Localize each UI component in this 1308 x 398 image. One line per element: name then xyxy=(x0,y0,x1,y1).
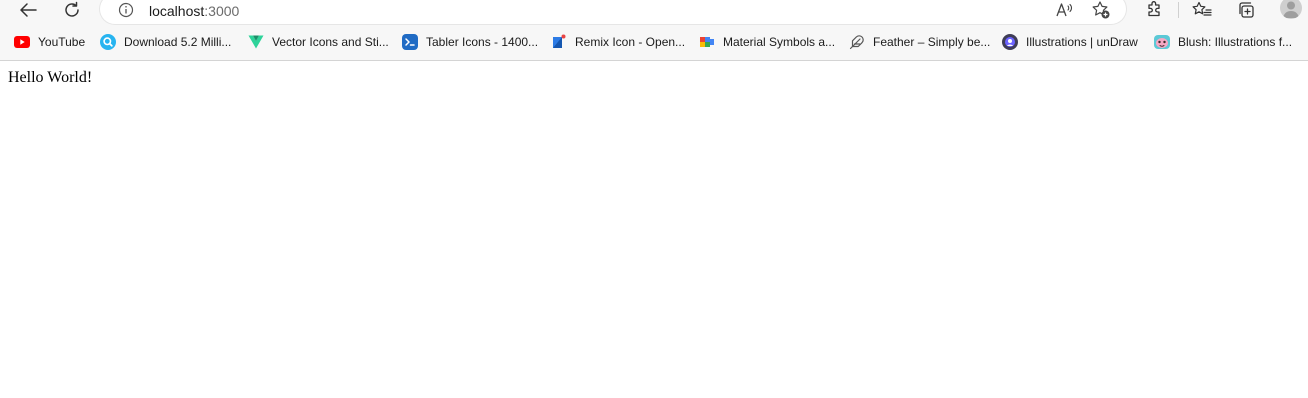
favorite-iconscout[interactable]: Download 5.2 Milli... xyxy=(100,26,231,58)
read-aloud-button[interactable] xyxy=(1054,0,1076,20)
favorites-button[interactable] xyxy=(1186,0,1218,20)
favorite-label: Tabler Icons - 1400... xyxy=(426,35,539,49)
extensions-icon xyxy=(1148,1,1160,17)
favorite-label: Vector Icons and Sti... xyxy=(272,35,389,49)
tabler-icon xyxy=(402,34,418,50)
hello-world-text: Hello World! xyxy=(8,69,93,86)
favorites-icon xyxy=(1192,1,1212,16)
favorite-tabler-icons[interactable]: Tabler Icons - 1400... xyxy=(402,26,538,58)
favorite-youtube[interactable]: YouTube xyxy=(14,26,85,58)
favorite-label: Illustrations | unDraw xyxy=(1026,35,1138,49)
favorite-feather[interactable]: Feather – Simply be... xyxy=(849,26,990,58)
back-arrow-icon xyxy=(20,3,37,17)
extensions-button[interactable] xyxy=(1138,0,1170,20)
remix-icon xyxy=(553,34,566,48)
profile-avatar[interactable] xyxy=(1280,0,1302,19)
toolbar-separator xyxy=(1178,2,1179,18)
favorite-label: YouTube xyxy=(38,35,86,49)
undraw-icon xyxy=(1002,34,1018,50)
url-port: :3000 xyxy=(204,3,240,19)
info-icon[interactable] xyxy=(118,2,134,18)
favorite-label: Blush: Illustrations f... xyxy=(1178,35,1293,49)
vector-icons-icon xyxy=(248,35,264,49)
favorite-undraw[interactable]: Illustrations | unDraw xyxy=(1002,26,1138,58)
favorite-label: Download 5.2 Milli... xyxy=(124,35,232,49)
page-content: Hello World! xyxy=(0,61,1308,398)
favorite-blush[interactable]: Blush: Illustrations f... xyxy=(1154,26,1292,58)
favorite-label: Remix Icon - Open... xyxy=(575,35,686,49)
collections-button[interactable] xyxy=(1230,0,1262,20)
favorite-label: Material Symbols a... xyxy=(723,35,836,49)
url-host: localhost xyxy=(149,3,205,19)
favorite-remix-icon[interactable]: Remix Icon - Open... xyxy=(551,26,685,58)
profile-avatar-icon xyxy=(1283,1,1299,18)
back-button[interactable] xyxy=(12,0,44,20)
url-text[interactable]: localhost:3000 xyxy=(149,3,239,19)
youtube-icon xyxy=(14,36,30,48)
favorites-bar: YouTube Download 5.2 Milli... Vector Ico… xyxy=(0,26,1308,61)
address-bar[interactable]: localhost:3000 xyxy=(100,0,1126,24)
refresh-button[interactable] xyxy=(56,0,88,20)
browser-toolbar: localhost:3000 xyxy=(0,0,1308,26)
favorite-vector-icons[interactable]: Vector Icons and Sti... xyxy=(248,26,389,58)
feather-icon xyxy=(849,35,864,50)
refresh-icon xyxy=(65,1,79,17)
add-favorite-button[interactable] xyxy=(1090,0,1112,20)
blush-icon xyxy=(1154,35,1170,49)
iconscout-icon xyxy=(100,34,116,50)
favorite-material-symbols[interactable]: Material Symbols a... xyxy=(699,26,835,58)
favorite-label: Feather – Simply be... xyxy=(873,35,991,49)
material-symbols-icon xyxy=(700,37,714,47)
read-aloud-icon xyxy=(1056,3,1073,17)
collections-icon xyxy=(1239,2,1254,18)
add-favorite-icon xyxy=(1092,1,1110,19)
